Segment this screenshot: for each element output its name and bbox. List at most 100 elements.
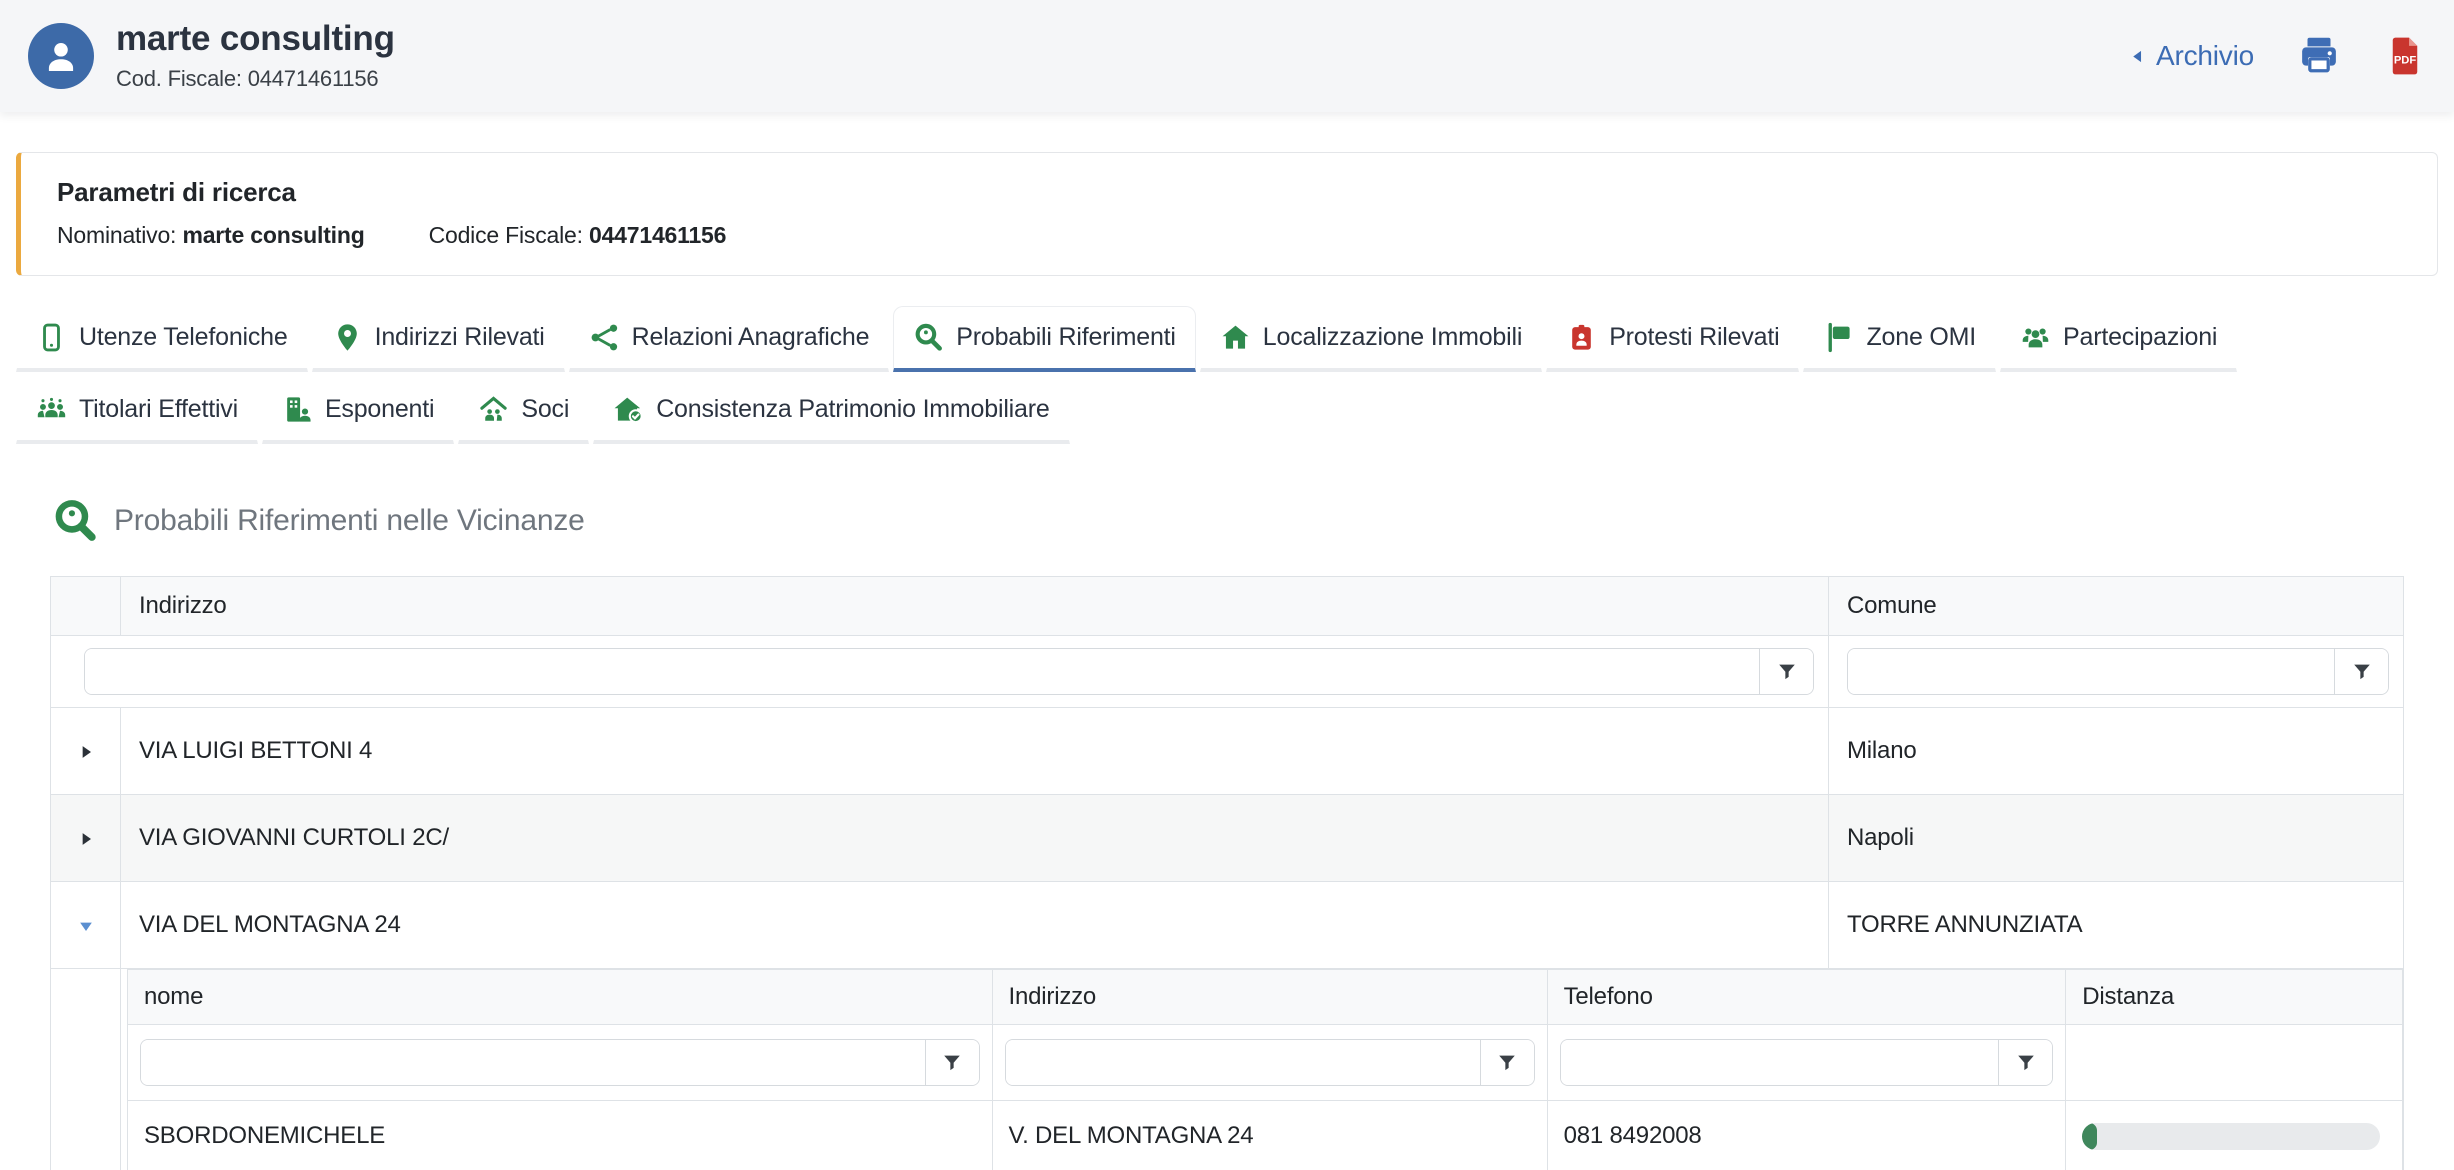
table-row: VIA LUIGI BETTONI 4 Milano: [51, 708, 2404, 795]
distance-progress-bar: [2082, 1123, 2380, 1150]
flag-icon: [1823, 322, 1854, 353]
archive-link-label: Archivio: [2156, 40, 2254, 72]
detail-indirizzo-filter-button[interactable]: [1480, 1040, 1534, 1085]
table-row: VIA DEL MONTAGNA 24 TORRE ANNUNZIATA: [51, 882, 2404, 969]
codice-fiscale-field: Codice Fiscale: 04471461156: [429, 222, 727, 249]
tab-consistenza-patrimonio[interactable]: Consistenza Patrimonio Immobiliare: [593, 378, 1069, 444]
distance-progress-fill: [2082, 1123, 2097, 1150]
cell-indirizzo: V. DEL MONTAGNA 24: [992, 1101, 1547, 1170]
cell-comune: TORRE ANNUNZIATA: [1829, 882, 2404, 969]
expander-spacer-cell: [51, 969, 121, 1170]
badge-icon: [1566, 322, 1597, 353]
tab-protesti-rilevati[interactable]: Protesti Rilevati: [1546, 306, 1799, 372]
house-icon: [1220, 322, 1251, 353]
funnel-icon: [1496, 1052, 1518, 1074]
house-users-icon: [478, 394, 509, 425]
archive-link[interactable]: Archivio: [2129, 40, 2254, 72]
results-table: Indirizzo Comune: [50, 576, 2404, 1170]
tab-utenze-telefoniche[interactable]: Utenze Telefoniche: [16, 306, 308, 372]
funnel-icon: [941, 1052, 963, 1074]
tab-relazioni-anagrafiche[interactable]: Relazioni Anagrafiche: [569, 306, 890, 372]
expanded-detail-row: nome Indirizzo Telefono Distanza: [51, 969, 2404, 1170]
building-user-icon: [282, 394, 313, 425]
tab-titolari-effettivi[interactable]: Titolari Effettivi: [16, 378, 258, 444]
cell-comune: Napoli: [1829, 795, 2404, 882]
cell-comune: Milano: [1829, 708, 2404, 795]
tab-probabili-riferimenti[interactable]: Probabili Riferimenti: [893, 306, 1196, 372]
print-button[interactable]: [2296, 33, 2342, 79]
tab-partecipazioni[interactable]: Partecipazioni: [2000, 306, 2237, 372]
search-pin-icon: [52, 498, 98, 544]
row-collapse-toggle[interactable]: [51, 882, 121, 969]
indirizzo-filter-button[interactable]: [1759, 649, 1813, 694]
funnel-icon: [1776, 661, 1798, 683]
cell-indirizzo: VIA LUIGI BETTONI 4: [121, 708, 1829, 795]
row-expand-toggle[interactable]: [51, 795, 121, 882]
section-title: Probabili Riferimenti nelle Vicinanze: [114, 504, 585, 538]
people-group-icon: [36, 394, 67, 425]
map-pin-icon: [332, 322, 363, 353]
cell-nome: SBORDONEMICHELE: [128, 1101, 993, 1170]
cell-indirizzo: VIA GIOVANNI CURTOLI 2C/: [121, 795, 1829, 882]
pdf-export-button[interactable]: PDF: [2384, 33, 2426, 79]
tab-row-1: Utenze Telefoniche Indirizzi Rilevati Re…: [16, 306, 2438, 372]
tab-indirizzi-rilevati[interactable]: Indirizzi Rilevati: [312, 306, 565, 372]
comune-filter-button[interactable]: [2334, 649, 2388, 694]
chevron-left-icon: [2129, 48, 2146, 65]
detail-table-row: SBORDONEMICHELE V. DEL MONTAGNA 24 081 8…: [128, 1101, 2403, 1170]
column-header-comune: Comune: [1829, 577, 2404, 636]
avatar: [28, 23, 94, 89]
detail-indirizzo-filter-input[interactable]: [1006, 1040, 1480, 1085]
column-header-indirizzo: Indirizzo: [992, 970, 1547, 1025]
column-header-nome: nome: [128, 970, 993, 1025]
expander-column-header: [51, 577, 121, 636]
search-pin-icon: [913, 322, 944, 353]
house-check-icon: [613, 394, 644, 425]
column-header-indirizzo: Indirizzo: [121, 577, 1829, 636]
users-icon: [2020, 322, 2051, 353]
telefono-filter-button[interactable]: [1998, 1040, 2052, 1085]
telefono-filter-input[interactable]: [1561, 1040, 1999, 1085]
tab-esponenti[interactable]: Esponenti: [262, 378, 454, 444]
network-icon: [589, 322, 620, 353]
search-params-card: Parametri di ricerca Nominativo: marte c…: [16, 152, 2438, 276]
search-params-title: Parametri di ricerca: [57, 177, 2401, 208]
page-title: marte consulting: [116, 20, 395, 59]
nome-filter-button[interactable]: [925, 1040, 979, 1085]
tabs: Utenze Telefoniche Indirizzi Rilevati Re…: [16, 306, 2438, 444]
table-row: VIA GIOVANNI CURTOLI 2C/ Napoli: [51, 795, 2404, 882]
tab-zone-omi[interactable]: Zone OMI: [1803, 306, 1996, 372]
triangle-right-icon: [76, 742, 96, 762]
tab-localizzazione-immobili[interactable]: Localizzazione Immobili: [1200, 306, 1542, 372]
results-table-header-row: Indirizzo Comune: [51, 577, 2404, 636]
column-header-telefono: Telefono: [1547, 970, 2066, 1025]
funnel-icon: [2015, 1052, 2037, 1074]
svg-text:PDF: PDF: [2394, 54, 2417, 66]
triangle-right-icon: [76, 829, 96, 849]
section-heading: Probabili Riferimenti nelle Vicinanze: [52, 498, 2438, 544]
tab-row-2: Titolari Effettivi Esponenti: [16, 378, 2438, 444]
person-icon: [39, 34, 83, 78]
results-table-filter-row: [51, 636, 2404, 708]
distanza-filter-cell: [2066, 1025, 2403, 1101]
comune-filter-input[interactable]: [1848, 649, 2334, 694]
mobile-phone-icon: [36, 322, 67, 353]
funnel-icon: [2351, 661, 2373, 683]
nome-filter-input[interactable]: [141, 1040, 925, 1085]
indirizzo-filter-input[interactable]: [85, 649, 1759, 694]
cell-telefono: 081 8492008: [1547, 1101, 2066, 1170]
printer-icon: [2296, 33, 2342, 79]
detail-table: nome Indirizzo Telefono Distanza: [127, 969, 2403, 1170]
triangle-down-icon: [76, 916, 96, 936]
tab-soci[interactable]: Soci: [458, 378, 589, 444]
row-expand-toggle[interactable]: [51, 708, 121, 795]
cell-distanza: [2066, 1101, 2403, 1170]
nominativo-field: Nominativo: marte consulting: [57, 222, 365, 249]
top-header: marte consulting Cod. Fiscale: 044714611…: [0, 0, 2454, 112]
detail-table-filter-row: [128, 1025, 2403, 1101]
column-header-distanza: Distanza: [2066, 970, 2403, 1025]
cell-indirizzo: VIA DEL MONTAGNA 24: [121, 882, 1829, 969]
detail-table-header-row: nome Indirizzo Telefono Distanza: [128, 970, 2403, 1025]
pdf-file-icon: PDF: [2384, 33, 2426, 79]
fiscal-code: Cod. Fiscale: 04471461156: [116, 66, 395, 92]
